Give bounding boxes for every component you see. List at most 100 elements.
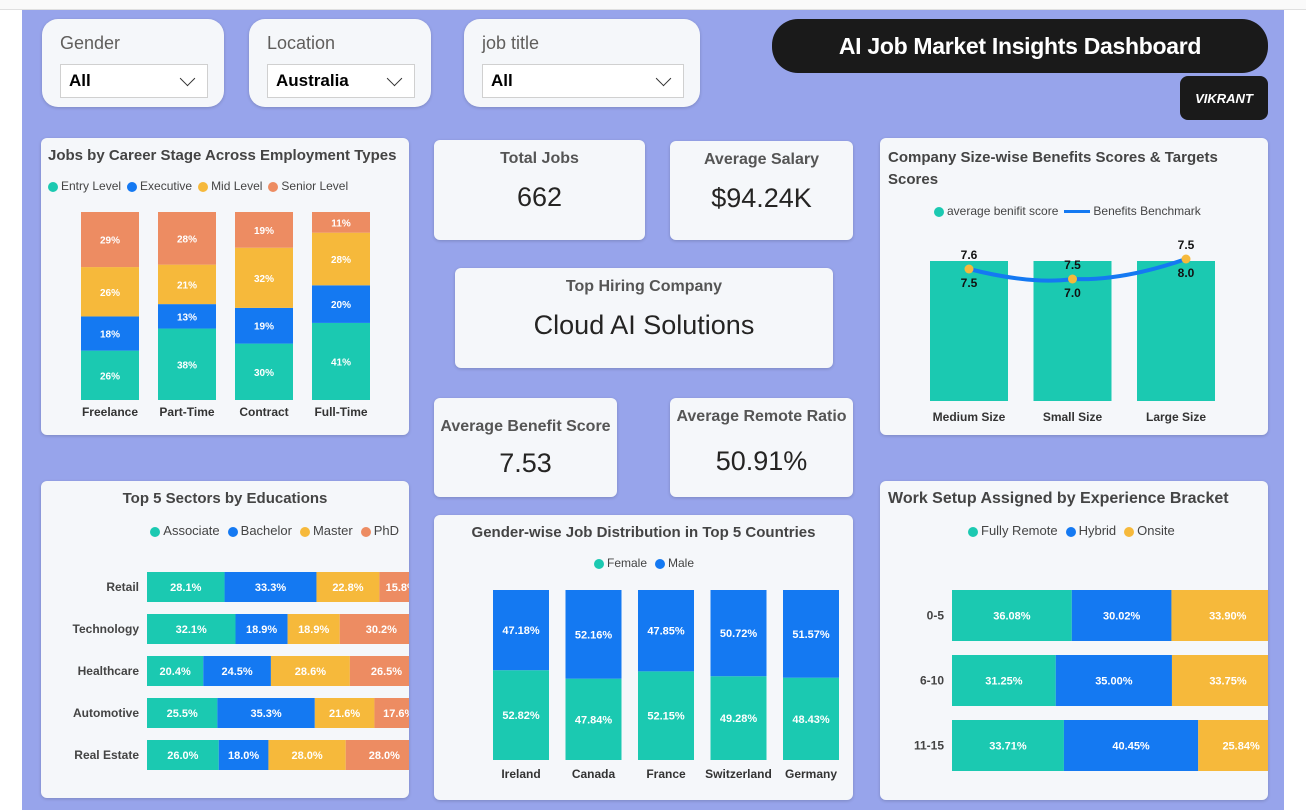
category-label: Small Size	[1043, 410, 1103, 424]
gender-chart-card: Gender-wise Job Distribution in Top 5 Co…	[434, 515, 853, 800]
category-label: Technology	[73, 622, 140, 636]
company-chart-plot: Medium Size 7.5 Small Size 7.0 Large Size 8.0…	[930, 238, 1215, 424]
gender-dropdown-value: All	[69, 71, 91, 90]
data-label: 35.00%	[1095, 676, 1133, 688]
average-remote-ratio-label: Average Remote Ratio	[676, 408, 847, 425]
data-label: 21.6%	[329, 708, 360, 720]
average-salary-label: Average Salary	[703, 151, 820, 168]
chevron-down-icon	[179, 70, 196, 86]
data-label: 26.5%	[371, 666, 402, 678]
data-label: 13%	[177, 312, 197, 323]
bar-data-label: 7.5	[961, 276, 978, 290]
data-label: 19%	[254, 322, 274, 333]
bar	[1137, 261, 1215, 401]
data-label: 25.84%	[1222, 741, 1260, 753]
average-benefit-score-card: Average Benefit Score 7.53	[434, 398, 617, 497]
data-label: 25.5%	[167, 708, 198, 720]
data-label: 30.02%	[1103, 611, 1141, 623]
benchmark-data-label: 7.6	[961, 248, 978, 262]
category-label: Medium Size	[933, 410, 1006, 424]
worksetup-chart-plot: 36.08% 30.02% 33.90% 0-5 31.25% 35.00% 33.75% 6…	[914, 590, 1268, 771]
data-label: 17.6%	[383, 708, 409, 720]
top-hiring-company-value: Cloud AI Solutions	[533, 310, 755, 340]
data-label: 31.25%	[985, 676, 1023, 688]
data-label: 47.84%	[575, 714, 613, 726]
job-title-dropdown-value: All	[491, 71, 513, 90]
career-chart-plot: 26% 18% 26% 29% Freelance 38% 13% 21% 28% Part-Ti…	[81, 212, 370, 419]
average-remote-ratio-value: 50.91%	[715, 446, 808, 476]
top-hiring-company-label: Top Hiring Company	[565, 278, 723, 295]
total-jobs-value: 662	[516, 182, 563, 212]
data-label: 33.75%	[1209, 676, 1247, 688]
data-label: 26%	[100, 288, 120, 299]
bar-data-label: 7.0	[1064, 286, 1081, 300]
data-label: 26.0%	[167, 750, 198, 762]
data-label: 20%	[331, 300, 351, 311]
location-dropdown[interactable]: Australia	[267, 64, 415, 98]
work-setup-chart-card: Work Setup Assigned by Experience Bracke…	[880, 481, 1268, 800]
category-label: Ireland	[501, 767, 540, 781]
data-label: 30%	[254, 368, 274, 379]
average-salary-value: $94.24K	[711, 183, 812, 213]
data-label: 11%	[331, 218, 351, 229]
data-label: 49.28%	[720, 713, 758, 725]
job-title-slicer-label: job title	[482, 33, 540, 53]
category-label: Switzerland	[705, 767, 772, 781]
career-stage-chart-card: Jobs by Career Stage Across Employment T…	[41, 138, 409, 435]
data-label: 41%	[331, 357, 351, 368]
total-jobs-label: Total Jobs	[500, 150, 579, 167]
data-label: 18.0%	[228, 750, 259, 762]
data-label: 38%	[177, 360, 197, 371]
category-label: Retail	[106, 580, 139, 594]
category-label: Healthcare	[78, 664, 140, 678]
data-label: 20.4%	[160, 666, 191, 678]
benchmark-point	[1181, 254, 1191, 264]
data-label: 51.57%	[792, 629, 830, 641]
data-label: 28%	[177, 234, 197, 245]
benchmark-point	[1068, 274, 1077, 284]
benchmark-data-label: 7.5	[1064, 258, 1081, 272]
data-label: 48.43%	[792, 714, 830, 726]
data-label: 52.16%	[575, 629, 613, 641]
bar-data-label: 8.0	[1178, 266, 1195, 280]
data-label: 50.72%	[720, 628, 758, 640]
data-label: 29%	[100, 236, 120, 247]
data-label: 47.85%	[647, 626, 685, 638]
data-label: 35.3%	[250, 708, 281, 720]
data-label: 52.15%	[647, 711, 685, 723]
sectors-chart-card: Top 5 Sectors by Educations Associate Ba…	[41, 481, 409, 798]
dashboard-title: AI Job Market Insights Dashboard	[772, 19, 1268, 73]
category-label: Large Size	[1146, 410, 1206, 424]
job-title-slicer: job title All	[464, 19, 700, 107]
dashboard-canvas: Gender All Location Australia job title …	[22, 10, 1284, 810]
data-label: 19%	[254, 226, 274, 237]
location-slicer: Location Australia	[249, 19, 431, 107]
benchmark-data-label: 7.5	[1178, 238, 1195, 252]
average-benefit-score-label: Average Benefit Score	[440, 418, 611, 435]
data-label: 40.45%	[1112, 741, 1150, 753]
benchmark-point	[964, 264, 974, 274]
data-label: 47.18%	[502, 625, 540, 637]
data-label: 28.0%	[291, 750, 322, 762]
average-benefit-score-value: 7.53	[499, 448, 552, 478]
data-label: 33.90%	[1209, 611, 1247, 623]
data-label: 32.1%	[176, 624, 207, 636]
category-label: France	[646, 767, 686, 781]
data-label: 22.8%	[332, 582, 363, 594]
gender-slicer-label: Gender	[60, 33, 121, 53]
sectors-chart-plot: 28.1% 33.3% 22.8% 15.8% Retail 32.1% 18.9% 18.9…	[73, 572, 409, 770]
gender-dropdown[interactable]: All	[60, 64, 208, 98]
location-slicer-label: Location	[267, 33, 336, 53]
data-label: 18.9%	[298, 624, 329, 636]
data-label: 28.1%	[170, 582, 201, 594]
category-label: 11-15	[914, 739, 944, 753]
data-label: 33.71%	[989, 741, 1027, 753]
company-size-chart-card: Company Size-wise Benefits Scores & Targ…	[880, 138, 1268, 435]
job-title-dropdown[interactable]: All	[482, 64, 684, 98]
category-label: Real Estate	[74, 748, 139, 762]
category-label: Canada	[572, 767, 616, 781]
data-label: 18.9%	[246, 624, 277, 636]
data-label: 52.82%	[502, 710, 540, 722]
data-label: 24.5%	[222, 666, 253, 678]
data-label: 18%	[100, 330, 120, 341]
